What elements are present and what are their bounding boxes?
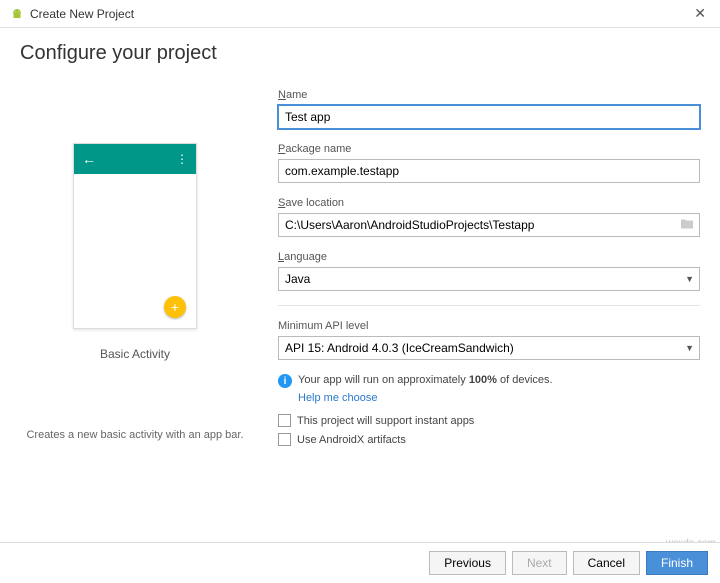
page-title: Configure your project [20, 42, 700, 65]
footer: Previous Next Cancel Finish [0, 542, 720, 583]
previous-button[interactable]: Previous [429, 551, 506, 575]
finish-button[interactable]: Finish [646, 551, 708, 575]
min-api-label: Minimum API level [278, 320, 700, 332]
name-input[interactable] [278, 105, 700, 129]
name-label: Name [278, 89, 700, 101]
info-text: Your app will run on approximately 100% … [298, 374, 553, 386]
info-row: i Your app will run on approximately 100… [278, 374, 700, 388]
template-description: Creates a new basic activity with an app… [25, 429, 245, 441]
save-location-label: Save location [278, 197, 700, 209]
titlebar: Create New Project ✕ [0, 0, 720, 28]
instant-apps-checkbox[interactable] [278, 414, 291, 427]
instant-apps-label: This project will support instant apps [297, 415, 474, 427]
divider [278, 305, 700, 306]
language-select[interactable] [278, 267, 700, 291]
language-label: Language [278, 251, 700, 263]
template-name: Basic Activity [100, 347, 170, 361]
androidx-checkbox[interactable] [278, 433, 291, 446]
info-icon: i [278, 374, 292, 388]
save-location-input[interactable] [278, 213, 700, 237]
content: Configure your project ← ⋮ + Basic Activ… [0, 28, 720, 452]
androidx-label: Use AndroidX artifacts [297, 434, 406, 446]
min-api-select[interactable] [278, 336, 700, 360]
preview-appbar: ← ⋮ [74, 144, 196, 174]
close-icon[interactable]: ✕ [690, 5, 710, 22]
fab-icon: + [164, 296, 186, 318]
preview-column: ← ⋮ + Basic Activity Creates a new basic… [20, 89, 250, 452]
overflow-icon: ⋮ [176, 152, 188, 166]
phone-preview: ← ⋮ + [73, 143, 197, 329]
cancel-button[interactable]: Cancel [573, 551, 640, 575]
package-input[interactable] [278, 159, 700, 183]
android-icon [10, 9, 24, 19]
package-label: Package name [278, 143, 700, 155]
next-button: Next [512, 551, 567, 575]
back-arrow-icon: ← [82, 151, 96, 167]
help-link[interactable]: Help me choose [298, 392, 700, 404]
window-title: Create New Project [30, 7, 134, 21]
form-column: Name Package name Save location Language [278, 89, 700, 452]
